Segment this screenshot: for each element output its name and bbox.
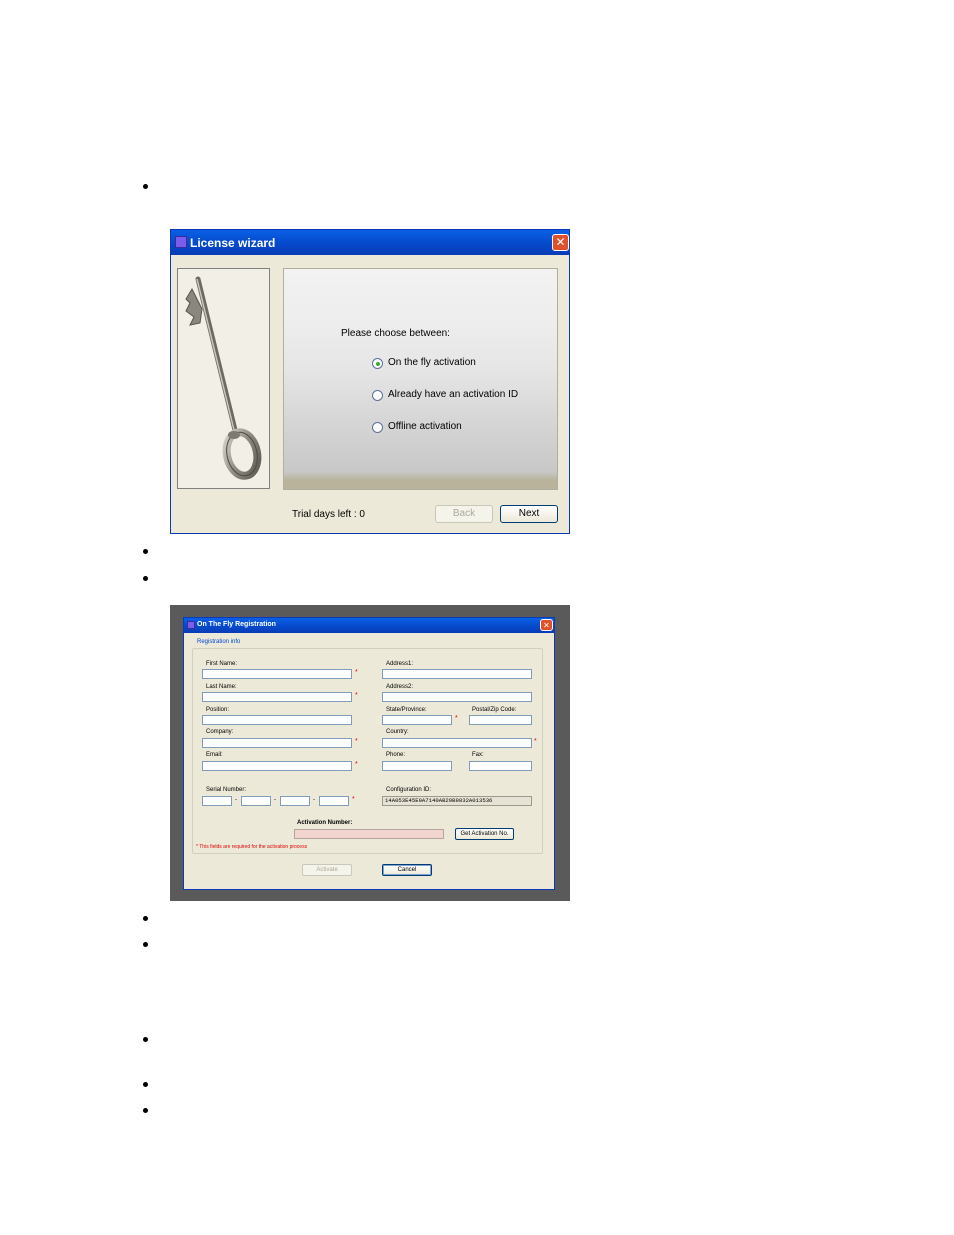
fax-label: Fax: xyxy=(472,752,484,758)
serial-number-label: Serial Number: xyxy=(206,787,247,793)
required-mark: * xyxy=(355,738,358,745)
bullet xyxy=(143,942,148,947)
serial-part-1-input[interactable] xyxy=(202,796,232,806)
last-name-input[interactable] xyxy=(202,692,352,702)
required-mark: * xyxy=(355,761,358,768)
serial-part-3-input[interactable] xyxy=(280,796,310,806)
choice-panel: Please choose between: On the fly activa… xyxy=(283,268,558,490)
address2-input[interactable] xyxy=(382,692,532,702)
postal-code-label: Postal/Zip Code: xyxy=(472,707,517,713)
registration-window: On The Fly Registration ✕ Registration i… xyxy=(183,617,555,890)
option-label: Offline activation xyxy=(388,421,462,432)
serial-separator: - xyxy=(235,797,237,803)
address2-label: Address2: xyxy=(386,684,414,690)
activate-button[interactable]: Activate xyxy=(302,864,352,876)
position-input[interactable] xyxy=(202,715,352,725)
required-mark: * xyxy=(455,715,458,722)
address1-label: Address1: xyxy=(386,661,414,667)
activation-number-input[interactable] xyxy=(294,829,444,839)
position-label: Position: xyxy=(206,707,230,713)
required-mark: * xyxy=(355,669,358,676)
state-province-label: State/Province: xyxy=(386,707,427,713)
first-name-input[interactable] xyxy=(202,669,352,679)
company-label: Company: xyxy=(206,729,234,735)
option-label: Already have an activation ID xyxy=(388,389,519,400)
close-button[interactable]: ✕ xyxy=(540,619,553,631)
title-bar[interactable]: License wizard ✕ xyxy=(171,230,569,255)
trial-days-text: Trial days left : 0 xyxy=(292,509,365,520)
radio-button[interactable] xyxy=(372,422,383,433)
option-label: On the fly activation xyxy=(388,357,476,368)
country-select[interactable] xyxy=(382,738,532,748)
radio-button-selected[interactable] xyxy=(372,358,383,369)
first-name-label: First Name: xyxy=(206,661,238,667)
postal-code-input[interactable] xyxy=(469,715,532,725)
bullet xyxy=(143,1082,148,1087)
required-mark: * xyxy=(352,796,355,803)
serial-separator: - xyxy=(313,797,315,803)
group-title: Registration info xyxy=(196,639,242,645)
serial-part-4-input[interactable] xyxy=(319,796,349,806)
bullet xyxy=(143,1037,148,1042)
required-note: * This fields are required for the activ… xyxy=(196,844,308,850)
next-button[interactable]: Next xyxy=(500,505,558,523)
required-mark: * xyxy=(355,692,358,699)
configuration-id-field: 14A053E45E0A7140AB29B9832A013536 xyxy=(382,796,532,806)
company-input[interactable] xyxy=(202,738,352,748)
radio-button[interactable] xyxy=(372,390,383,401)
get-activation-button[interactable]: Get Activation No. xyxy=(455,828,514,840)
bullet xyxy=(143,1108,148,1113)
email-label: Email: xyxy=(206,752,223,758)
key-illustration xyxy=(178,269,269,488)
phone-label: Phone: xyxy=(386,752,406,758)
key-image xyxy=(177,268,270,489)
bullet xyxy=(143,916,148,921)
last-name-label: Last Name: xyxy=(206,684,237,690)
license-wizard-window: License wizard ✕ Please choose between: … xyxy=(170,229,570,534)
serial-separator: - xyxy=(274,797,276,803)
back-button[interactable]: Back xyxy=(435,505,493,523)
email-input[interactable] xyxy=(202,761,352,771)
required-mark: * xyxy=(534,738,537,745)
app-icon xyxy=(175,236,187,248)
bullet xyxy=(143,549,148,554)
activation-number-label: Activation Number: xyxy=(297,820,353,826)
title-bar[interactable]: On The Fly Registration ✕ xyxy=(184,618,554,633)
choose-label: Please choose between: xyxy=(341,328,450,339)
app-icon xyxy=(187,621,195,629)
window-title: On The Fly Registration xyxy=(197,621,276,628)
configuration-id-label: Configuration ID: xyxy=(386,787,432,793)
window-title: License wizard xyxy=(190,236,276,250)
close-button[interactable]: ✕ xyxy=(552,234,569,251)
address1-input[interactable] xyxy=(382,669,532,679)
phone-input[interactable] xyxy=(382,761,452,771)
bullet xyxy=(143,184,148,189)
fax-input[interactable] xyxy=(469,761,532,771)
serial-part-2-input[interactable] xyxy=(241,796,271,806)
cancel-button[interactable]: Cancel xyxy=(382,864,432,876)
country-label: Country: xyxy=(386,729,409,735)
bullet xyxy=(143,576,148,581)
state-province-input[interactable] xyxy=(382,715,452,725)
